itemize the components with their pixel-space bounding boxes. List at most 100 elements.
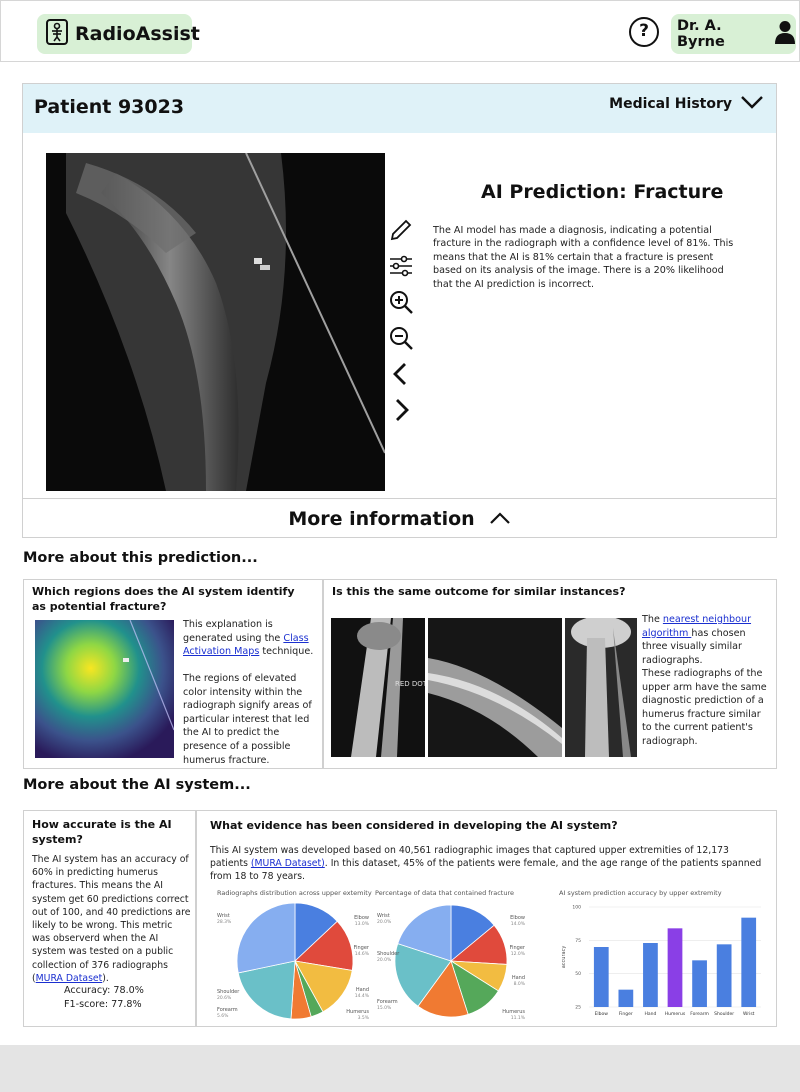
sliders-icon[interactable] <box>388 253 414 279</box>
pie-label-humerus: Humerus <box>346 1009 369 1015</box>
y-axis-label: accuracy <box>561 946 567 969</box>
pie-label-shoulder: Shoulder <box>377 951 400 957</box>
pie2-svg: Elbow14.0% Finger12.0% Hand8.0% Humerus11.1… <box>377 904 526 1021</box>
red-dot-label: RED DOT <box>395 680 425 688</box>
x-tick-label: Forearm <box>690 1011 709 1017</box>
x-tick-label: Hand <box>644 1011 656 1017</box>
user-menu[interactable]: Dr. A. Byrne <box>671 14 796 54</box>
mura-dataset-link[interactable]: MURA Dataset <box>36 973 103 984</box>
bar-forearm <box>692 960 707 1007</box>
radiograph-image[interactable] <box>46 153 385 491</box>
y-tick-label: 50 <box>575 971 581 977</box>
pie-value-wrist: 20.0% <box>377 919 392 925</box>
similar-radiograph-3[interactable] <box>565 618 637 757</box>
help-button[interactable]: ? <box>629 17 659 47</box>
prediction-title: AI Prediction: Fracture <box>481 181 724 203</box>
pie-value-hand: 8.0% <box>514 981 526 987</box>
zoom-in-icon[interactable] <box>388 289 414 315</box>
pie-value-forearm: 15.0% <box>377 1005 392 1011</box>
chevron-down-icon <box>740 95 764 113</box>
similar-radiograph-1[interactable]: RED DOT <box>331 618 425 757</box>
pie-value-shoulder: 20.6% <box>217 995 232 1001</box>
similar-cases-card: Is this the same outcome for similar ins… <box>323 579 777 769</box>
chevron-left-icon[interactable] <box>388 361 414 387</box>
pencil-icon[interactable] <box>388 217 414 243</box>
y-tick-label: 75 <box>575 938 581 944</box>
accuracy-card: How accurate is the AI system? The AI sy… <box>23 810 196 1027</box>
section-ai-system-title: More about the AI system... <box>23 777 251 793</box>
accuracy-text: The AI system has an accuracy of 60% in … <box>32 854 191 984</box>
page-footer <box>0 1045 800 1092</box>
bar-hand <box>643 943 658 1007</box>
similar-explanation-1: The nearest neighbour algorithm has chos… <box>642 613 772 667</box>
x-tick-label: Elbow <box>595 1011 609 1017</box>
regions-explanation-2: The regions of elevated color intensity … <box>183 673 312 766</box>
x-tick-label: Shoulder <box>714 1011 734 1017</box>
heatmap-image[interactable] <box>35 620 174 758</box>
patient-header: Patient 93023 Medical History <box>23 84 776 133</box>
bar-shoulder <box>716 944 732 1007</box>
bar-wrist <box>741 917 757 1007</box>
pie-label-hand: Hand <box>512 975 525 981</box>
pie-value-humerus: 3.5% <box>358 1015 370 1021</box>
medical-history-label: Medical History <box>609 96 732 112</box>
similar-explanation-2: These radiographs of the upper arm have … <box>642 668 767 747</box>
zoom-out-icon[interactable] <box>388 325 414 351</box>
pie-chart-fracture: Percentage of data that contained fractu… <box>373 887 533 1022</box>
more-information-label: More information <box>288 507 475 530</box>
app-name: RadioAssist <box>75 23 200 45</box>
accuracy-explanation: The AI system has an accuracy of 60% in … <box>32 853 192 985</box>
pie-label-wrist: Wrist <box>217 913 230 919</box>
pie-label-finger: Finger <box>354 945 370 951</box>
top-bar: RadioAssist ? Dr. A. Byrne <box>0 0 800 62</box>
accuracy-value: Accuracy: 78.0% <box>64 985 144 996</box>
user-icon <box>774 20 796 48</box>
pie-label-shoulder: Shoulder <box>217 989 240 995</box>
regions-text-end: technique. <box>259 646 314 658</box>
pie-label-finger: Finger <box>510 945 526 951</box>
chevron-right-icon[interactable] <box>388 397 414 423</box>
pie-label-elbow: Elbow <box>354 915 369 921</box>
more-information-toggle[interactable]: More information <box>23 498 776 538</box>
regions-card: Which regions does the AI system identif… <box>23 579 323 769</box>
y-tick-label: 25 <box>575 1005 581 1011</box>
user-name: Dr. A. Byrne <box>677 18 725 50</box>
image-toolbar <box>388 217 416 433</box>
pie-chart-distribution: Radiographs distribution across upper ex… <box>211 887 381 1022</box>
pie-slice-wrist <box>236 902 296 974</box>
pie-label-elbow: Elbow <box>510 915 525 921</box>
accuracy-text-end: ). <box>102 972 109 984</box>
pie-label-humerus: Humerus <box>502 1009 525 1015</box>
bar-humerus <box>667 928 683 1007</box>
pie-label-forearm: Forearm <box>377 999 398 1005</box>
accuracy-question: How accurate is the AI system? <box>32 818 172 846</box>
bar-elbow <box>593 947 609 1007</box>
pie-value-humerus: 11.1% <box>511 1015 526 1021</box>
bar-finger <box>618 989 634 1007</box>
patient-title: Patient 93023 <box>34 96 185 118</box>
x-tick-label: Wrist <box>743 1011 755 1017</box>
pie-value-elbow: 14.0% <box>511 921 526 927</box>
chevron-up-icon <box>489 508 511 530</box>
y-tick-label: 100 <box>572 905 581 911</box>
bar-chart-accuracy: AI system prediction accuracy by upper e… <box>555 887 767 1022</box>
evidence-text: This AI system was developed based on 40… <box>210 844 765 884</box>
medical-history-toggle[interactable]: Medical History <box>609 95 764 113</box>
mura-dataset-link-2[interactable]: (MURA Dataset) <box>251 858 325 869</box>
pie-value-shoulder: 20.0% <box>377 957 392 963</box>
app-logo[interactable]: RadioAssist <box>37 14 200 54</box>
evidence-question: What evidence has been considered in dev… <box>210 819 618 832</box>
similar-text: The <box>642 614 663 625</box>
bar-svg: 25 50 75 100 accuracy Elbow Finger Hand Humerus F… <box>561 905 761 1017</box>
pie-label-forearm: Forearm <box>217 1007 238 1013</box>
pie-value-elbow: 13.0% <box>355 921 370 927</box>
x-tick-label: Finger <box>619 1011 633 1017</box>
f1-score-value: F1-score: 77.8% <box>64 999 142 1010</box>
pie1-svg: Elbow13.0% Finger14.6% Hand14.4% Humerus3.5… <box>217 902 370 1021</box>
regions-question: Which regions does the AI system identif… <box>32 585 295 613</box>
similar-radiograph-2[interactable] <box>428 618 562 757</box>
pie-value-finger: 14.6% <box>355 951 370 957</box>
regions-text: This explanation is generated using the <box>183 619 284 644</box>
similar-question: Is this the same outcome for similar ins… <box>332 585 626 598</box>
pie1-title: Radiographs distribution across upper ex… <box>217 889 372 897</box>
